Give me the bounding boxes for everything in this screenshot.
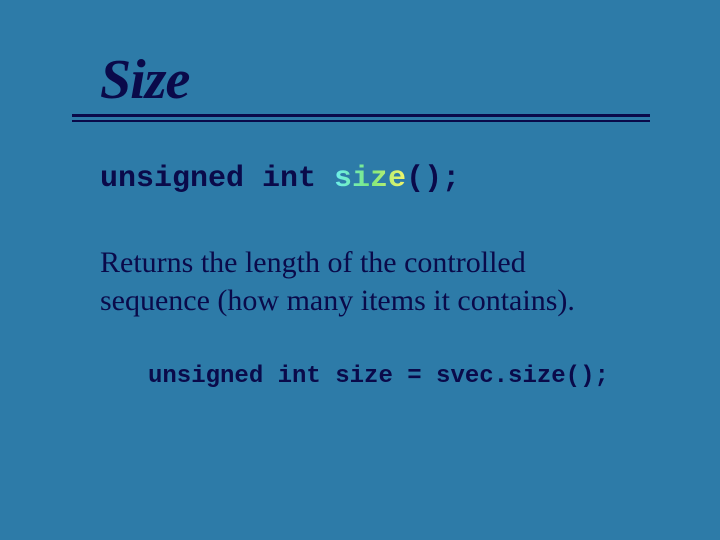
rule-heavy	[72, 114, 650, 117]
slide-title: Size	[100, 48, 640, 112]
sig-funcname: size	[334, 162, 406, 196]
sig-suffix: ();	[406, 162, 460, 196]
signature: unsigned int size();	[100, 162, 460, 196]
title-block: Size	[100, 48, 640, 122]
rule-light	[72, 120, 650, 122]
signature-block: unsigned int size();	[100, 162, 640, 196]
example-code: unsigned int size = svec.size();	[148, 363, 640, 390]
slide-container: Size unsigned int size(); Returns the le…	[0, 0, 720, 540]
sig-prefix: unsigned int	[100, 162, 334, 196]
title-underline	[72, 114, 650, 122]
description-text: Returns the length of the controlled seq…	[100, 244, 640, 319]
